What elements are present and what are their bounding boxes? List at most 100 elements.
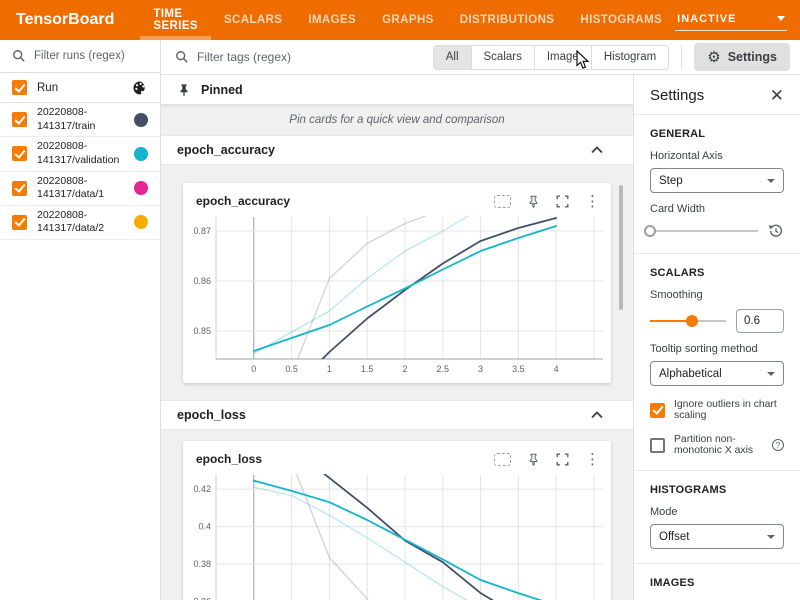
card-width-label: Card Width: [650, 203, 784, 215]
run-row-data-2[interactable]: 20220808-141317/data/2: [0, 206, 160, 240]
more-options-icon[interactable]: ⋮: [585, 452, 600, 467]
filter-histogram-button[interactable]: Histogram: [592, 46, 668, 69]
svg-text:1: 1: [327, 364, 332, 374]
reset-icon[interactable]: [768, 223, 784, 239]
filter-scalars-button[interactable]: Scalars: [472, 46, 535, 69]
ignore-outliers-row[interactable]: Ignore outliers in chart scaling: [650, 399, 784, 421]
tab-histograms[interactable]: HISTOGRAMS: [567, 0, 675, 40]
svg-text:0.87: 0.87: [193, 226, 211, 236]
search-icon: [175, 50, 189, 64]
svg-text:0.4: 0.4: [198, 522, 211, 532]
run-name: 20220808-141317/data/2: [37, 209, 121, 236]
chevron-up-icon[interactable]: [591, 411, 603, 419]
runs-sidebar: Run 20220808-141317/train 20220808-14131…: [0, 40, 161, 600]
svg-text:0: 0: [251, 364, 256, 374]
svg-text:0.42: 0.42: [193, 484, 211, 494]
tab-graphs[interactable]: GRAPHS: [369, 0, 447, 40]
scalar-card-epoch-loss: epoch_loss: [183, 441, 611, 600]
run-color-dot[interactable]: [134, 113, 148, 127]
tag-type-filter-group: All Scalars Image Histogram: [433, 45, 670, 70]
section-header-epoch-loss[interactable]: epoch_loss: [161, 400, 633, 430]
close-icon[interactable]: ✕: [770, 87, 784, 104]
app-logo: TensorBoard: [0, 0, 140, 40]
card-title: epoch_accuracy: [196, 194, 290, 208]
tensorboard-app: TensorBoard TIME SERIES SCALARS IMAGES G…: [0, 0, 800, 600]
run-row-validation[interactable]: 20220808-141317/validation: [0, 137, 160, 171]
section-header-epoch-accuracy[interactable]: epoch_accuracy: [161, 135, 633, 165]
runs-column-header: Run: [0, 73, 160, 103]
svg-text:0.36: 0.36: [193, 597, 211, 600]
fit-to-data-icon[interactable]: [494, 453, 511, 466]
nav-tabs: TIME SERIES SCALARS IMAGES GRAPHS DISTRI…: [140, 0, 675, 40]
header-actions: INACTIVE ⚙ ?: [675, 0, 800, 40]
runs-column-label: Run: [37, 82, 58, 94]
tab-images[interactable]: IMAGES: [295, 0, 369, 40]
run-checkbox[interactable]: [12, 112, 27, 127]
tab-distributions[interactable]: DISTRIBUTIONS: [447, 0, 568, 40]
svg-text:2.5: 2.5: [437, 364, 450, 374]
app-header: TensorBoard TIME SERIES SCALARS IMAGES G…: [0, 0, 800, 40]
card-width-slider[interactable]: [650, 224, 758, 238]
histogram-mode-select[interactable]: Offset: [650, 524, 784, 549]
run-name: 20220808-141317/validation: [37, 140, 121, 167]
run-checkbox[interactable]: [12, 146, 27, 161]
run-row-data-1[interactable]: 20220808-141317/data/1: [0, 172, 160, 206]
pinned-section-header[interactable]: Pinned: [161, 75, 633, 105]
run-color-dot[interactable]: [134, 215, 148, 229]
chevron-down-icon: [777, 16, 785, 21]
status-dropdown[interactable]: INACTIVE: [675, 10, 787, 31]
runs-filter-row: [0, 40, 160, 73]
smoothing-slider[interactable]: [650, 314, 726, 328]
chevron-up-icon[interactable]: [591, 146, 603, 154]
pin-outline-icon[interactable]: [527, 453, 540, 466]
pinned-title: Pinned: [201, 83, 243, 97]
filter-image-button[interactable]: Image: [535, 46, 592, 69]
tags-toolbar: All Scalars Image Histogram ⚙ Settings: [161, 40, 800, 75]
palette-icon[interactable]: [132, 80, 148, 96]
more-options-icon[interactable]: ⋮: [585, 194, 600, 209]
help-icon[interactable]: ?: [772, 439, 784, 451]
tags-filter-input[interactable]: [197, 50, 347, 64]
run-color-dot[interactable]: [134, 147, 148, 161]
status-label: INACTIVE: [677, 13, 736, 25]
svg-text:2: 2: [402, 364, 407, 374]
ignore-outliers-checkbox[interactable]: [650, 403, 665, 418]
tab-scalars[interactable]: SCALARS: [211, 0, 295, 40]
runs-filter-input[interactable]: [34, 50, 144, 62]
general-heading: GENERAL: [650, 128, 784, 140]
pin-outline-icon[interactable]: [527, 195, 540, 208]
card-title: epoch_loss: [196, 452, 262, 466]
settings-button[interactable]: ⚙ Settings: [694, 43, 790, 71]
fit-to-data-icon[interactable]: [494, 195, 511, 208]
filter-all-button[interactable]: All: [434, 46, 472, 69]
search-icon: [12, 49, 26, 63]
partition-x-axis-checkbox[interactable]: [650, 438, 665, 453]
horizontal-axis-label: Horizontal Axis: [650, 150, 784, 162]
chevron-down-icon: [767, 372, 775, 376]
select-all-runs-checkbox[interactable]: [12, 80, 27, 95]
svg-text:0.85: 0.85: [193, 326, 211, 336]
run-checkbox[interactable]: [12, 215, 27, 230]
tooltip-sorting-label: Tooltip sorting method: [650, 343, 784, 355]
run-color-dot[interactable]: [134, 181, 148, 195]
tooltip-sorting-select[interactable]: Alphabetical: [650, 361, 784, 386]
tab-time-series[interactable]: TIME SERIES: [140, 0, 211, 40]
horizontal-axis-select[interactable]: Step: [650, 168, 784, 193]
vertical-scrollbar[interactable]: [619, 185, 623, 310]
smoothing-label: Smoothing: [650, 289, 784, 301]
pinned-hint-text: Pin cards for a quick view and compariso…: [289, 114, 504, 126]
epoch-accuracy-chart[interactable]: 0.850.860.8700.511.522.533.54: [183, 213, 607, 375]
smoothing-value-input[interactable]: [736, 309, 784, 333]
svg-text:1.5: 1.5: [361, 364, 374, 374]
settings-panel: Settings ✕ GENERAL Horizontal Axis Step …: [633, 75, 800, 600]
svg-text:3.5: 3.5: [512, 364, 525, 374]
fullscreen-icon[interactable]: [556, 453, 569, 466]
svg-text:0.86: 0.86: [193, 276, 211, 286]
scalars-heading: SCALARS: [650, 267, 784, 279]
scalar-card-epoch-accuracy: epoch_accuracy: [183, 183, 611, 383]
run-checkbox[interactable]: [12, 181, 27, 196]
run-row-train[interactable]: 20220808-141317/train: [0, 103, 160, 137]
fullscreen-icon[interactable]: [556, 195, 569, 208]
partition-x-axis-row[interactable]: Partition non-monotonic X axis ?: [650, 434, 784, 456]
epoch-loss-chart[interactable]: 0.420.40.380.3600.511.522.533.54: [183, 471, 607, 600]
